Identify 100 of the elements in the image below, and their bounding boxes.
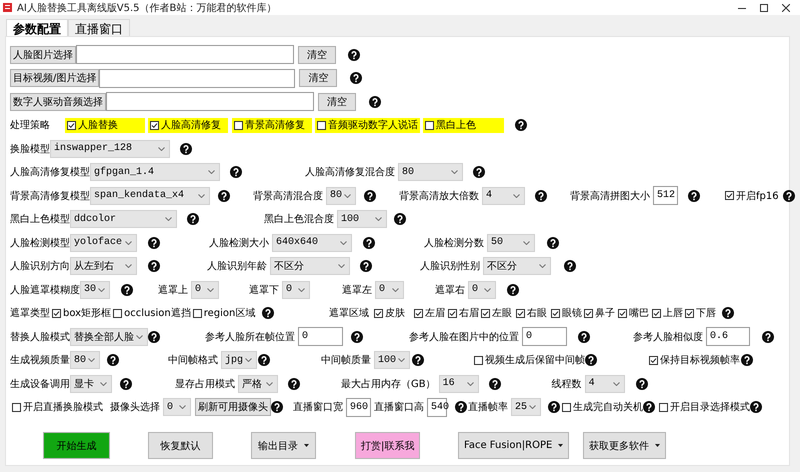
field-label: 黑白上色模型: [10, 212, 70, 226]
field-label: 中间帧质量: [321, 354, 371, 368]
field-label: 替换人脸模式: [10, 330, 70, 344]
dropdown[interactable]: ddcolor: [70, 210, 177, 228]
dropdown[interactable]: 严格: [238, 374, 278, 393]
field-label: 人脸高清修复模型: [10, 166, 90, 180]
field-label: 遮罩类型: [10, 306, 50, 320]
button[interactable]: 清空: [299, 69, 338, 88]
input-field[interactable]: 512: [653, 186, 678, 206]
checkbox-label: 皮肤: [384, 306, 405, 320]
field-label: 背景高清修复模型: [10, 190, 90, 203]
input-field[interactable]: 0.6: [706, 327, 750, 346]
action-button[interactable]: 恢复默认: [148, 432, 213, 459]
field-label: 人脸检测大小: [209, 236, 269, 250]
field-label: 遮罩区域: [328, 306, 369, 320]
dropdown[interactable]: 4: [482, 186, 525, 205]
field-label: 人脸检测模型: [10, 236, 70, 250]
dropdown[interactable]: 不区分: [483, 257, 551, 276]
input-field[interactable]: 0: [298, 327, 343, 346]
button[interactable]: 清空: [318, 92, 356, 111]
checkbox-label: 黑白上色: [436, 118, 476, 132]
checkbox-label: 开启直播换脸模式: [23, 400, 103, 414]
dropdown[interactable]: 50: [487, 234, 535, 252]
checkbox-label: 嘴巴: [628, 306, 649, 320]
input-field[interactable]: 960: [346, 398, 371, 417]
field-label: 人脸遮罩模糊度: [10, 284, 80, 297]
dropdown[interactable]: gfpgan_1.4: [90, 163, 220, 182]
tab[interactable]: 直播窗口: [68, 19, 130, 36]
checkbox-label: box矩形框: [63, 306, 112, 320]
field-label: 参考人脸相似度: [633, 330, 703, 344]
dropdown[interactable]: inswapper_128: [50, 140, 170, 158]
input-field[interactable]: 540: [427, 398, 447, 417]
checkbox-label: 视频生成后保留中间帧: [485, 354, 585, 368]
dropdown[interactable]: 640x640: [272, 234, 352, 252]
checkbox-label: 下唇: [696, 307, 716, 320]
checkbox-label: 人脸替换: [78, 118, 118, 132]
checkbox-label: 左眉: [424, 307, 445, 320]
field-label: 人脸识别年龄: [207, 260, 267, 274]
dropdown[interactable]: 0: [375, 280, 404, 299]
dropdown[interactable]: 从左到右: [70, 257, 137, 276]
button[interactable]: 刷新可用摄像头: [195, 398, 271, 416]
button[interactable]: 人脸图片选择: [10, 46, 76, 64]
dropdown[interactable]: 显卡: [70, 374, 112, 393]
window-title: AI人脸替换工具离线版V5.5（作者B站：万能君的软件库）: [17, 2, 278, 14]
dropdown[interactable]: 替换全部人脸: [70, 328, 148, 346]
dropdown[interactable]: 30: [80, 280, 110, 299]
checkbox-label: 上唇: [662, 306, 683, 320]
checkbox-label: 青景高清修复: [245, 118, 305, 132]
action-button[interactable]: 开始生成: [43, 432, 110, 459]
field-label: 遮罩右: [435, 284, 465, 297]
dropdown[interactable]: 0: [468, 280, 496, 299]
checkbox-label: 开启fp16: [736, 190, 779, 203]
checkbox-label: 鼻子: [594, 307, 615, 320]
button[interactable]: 数字人驱动音频选择: [10, 92, 106, 111]
dropdown[interactable]: 25: [511, 398, 542, 416]
field-label: 摄像头选择: [110, 400, 160, 414]
dropdown[interactable]: 100: [337, 210, 387, 228]
checkbox-label: 右眼: [526, 307, 547, 320]
field-label: 最大占用内存（GB）: [341, 378, 436, 391]
dropdown[interactable]: 80: [326, 186, 356, 205]
checkbox-label: 音频驱动数字人说话: [328, 118, 418, 132]
dropdown[interactable]: yoloface: [70, 234, 137, 252]
checkbox-label: region区域: [204, 306, 256, 320]
checkbox-label: 右眉: [458, 307, 479, 320]
field-label: 背景高清混合度: [253, 190, 323, 203]
field-label: 生成设备调用: [10, 378, 70, 391]
field-label: 黑白上色混合度: [264, 212, 334, 226]
dropdown[interactable]: 16: [438, 374, 479, 393]
dropdown[interactable]: 80: [398, 163, 463, 182]
input-field[interactable]: 0: [522, 327, 567, 346]
dropdown[interactable]: 0: [191, 280, 219, 299]
dropdown[interactable]: 不区分: [270, 257, 350, 276]
field-label: 遮罩下: [249, 284, 279, 297]
action-button[interactable]: Face Fusion|ROPE: [458, 432, 570, 459]
field-label: 直播帧率: [468, 400, 508, 414]
field-label: 直播窗口宽: [293, 400, 343, 414]
dropdown[interactable]: 0: [282, 280, 310, 299]
checkbox-label: 保持目标视频帧率: [660, 354, 740, 368]
button[interactable]: 清空: [298, 46, 336, 64]
action-button[interactable]: 输出目录: [251, 432, 316, 459]
dropdown[interactable]: 4: [584, 374, 625, 393]
button[interactable]: 目标视频/图片选择: [10, 69, 100, 88]
checkbox-label: 开启目录选择模式: [670, 400, 750, 414]
checkbox-label: occlusion遮挡: [124, 306, 191, 320]
tab[interactable]: 参数配置: [6, 19, 68, 36]
checkbox-label: 左眼: [492, 307, 512, 320]
field-label: 换脸模型: [10, 142, 50, 156]
dropdown[interactable]: 80: [70, 351, 100, 370]
action-button[interactable]: 获取更多软件: [583, 432, 666, 459]
field-label: 参考人脸在图片中的位置: [409, 330, 519, 344]
field-label: 背景高清拼图大小: [570, 190, 650, 203]
field-label: 人脸识别方向: [10, 260, 70, 274]
field-label: 处理策略: [10, 118, 50, 132]
dropdown[interactable]: 0: [163, 398, 191, 416]
dropdown[interactable]: span_kendata_x4: [90, 186, 210, 205]
dropdown[interactable]: 100: [374, 351, 410, 370]
field-label: 人脸识别性别: [420, 260, 480, 274]
field-label: 人脸检测分数: [424, 236, 484, 250]
dropdown[interactable]: jpg: [221, 351, 258, 370]
action-button[interactable]: 打赏|联系我: [355, 432, 420, 459]
